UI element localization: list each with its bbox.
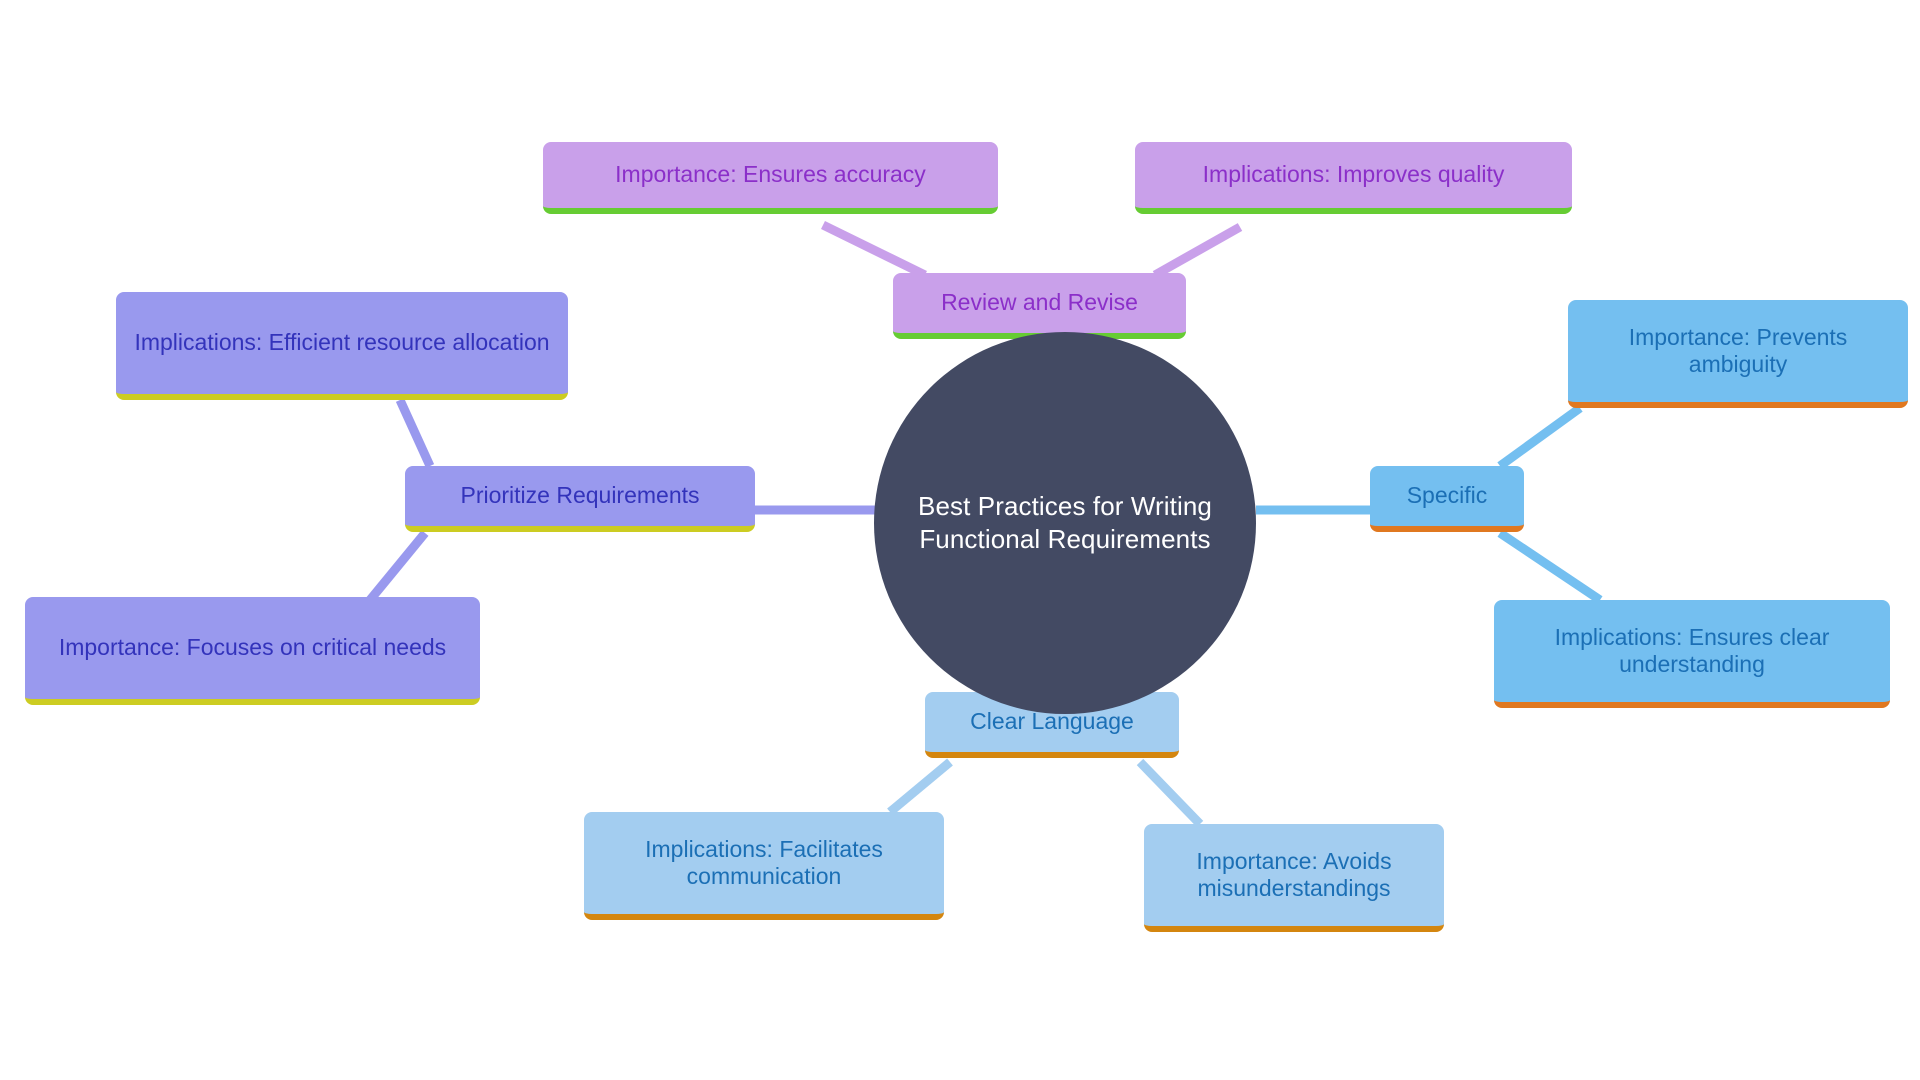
branch-node-review-and-revise[interactable]: Review and Revise [893, 273, 1186, 339]
leaf-node-label: Importance: Focuses on critical needs [58, 634, 447, 661]
center-node[interactable]: Best Practices for Writing Functional Re… [874, 332, 1256, 714]
leaf-node-label: Importance: Prevents ambiguity [1628, 323, 1848, 377]
branch-node-label: Specific [1406, 482, 1488, 509]
leaf-node-clear-implications[interactable]: Implications: Facilitates communication [584, 812, 944, 920]
leaf-node-prioritize-importance[interactable]: Importance: Focuses on critical needs [25, 597, 480, 705]
leaf-node-clear-importance[interactable]: Importance: Avoids misunderstandings [1144, 824, 1444, 932]
leaf-node-review-importance[interactable]: Importance: Ensures accuracy [543, 142, 998, 214]
center-node-label: Best Practices for Writing Functional Re… [918, 491, 1212, 554]
leaf-node-label: Implications: Ensures clear understandin… [1554, 623, 1830, 677]
branch-node-label: Review and Revise [941, 289, 1138, 316]
leaf-node-label: Importance: Avoids misunderstandings [1196, 847, 1392, 901]
branch-node-specific[interactable]: Specific [1370, 466, 1524, 532]
node-layer: Best Practices for Writing Functional Re… [0, 0, 1920, 1080]
leaf-node-specific-importance[interactable]: Importance: Prevents ambiguity [1568, 300, 1908, 408]
leaf-node-specific-implications[interactable]: Implications: Ensures clear understandin… [1494, 600, 1890, 708]
leaf-node-label: Implications: Improves quality [1202, 161, 1505, 188]
branch-node-label: Prioritize Requirements [460, 482, 700, 509]
leaf-node-label: Importance: Ensures accuracy [615, 161, 926, 188]
mind-map-canvas: Best Practices for Writing Functional Re… [0, 0, 1920, 1080]
branch-node-prioritize-requirements[interactable]: Prioritize Requirements [405, 466, 755, 532]
leaf-node-review-implications[interactable]: Implications: Improves quality [1135, 142, 1572, 214]
leaf-node-prioritize-implications[interactable]: Implications: Efficient resource allocat… [116, 292, 568, 400]
leaf-node-label: Implications: Efficient resource allocat… [134, 329, 550, 356]
leaf-node-label: Implications: Facilitates communication [645, 835, 883, 889]
